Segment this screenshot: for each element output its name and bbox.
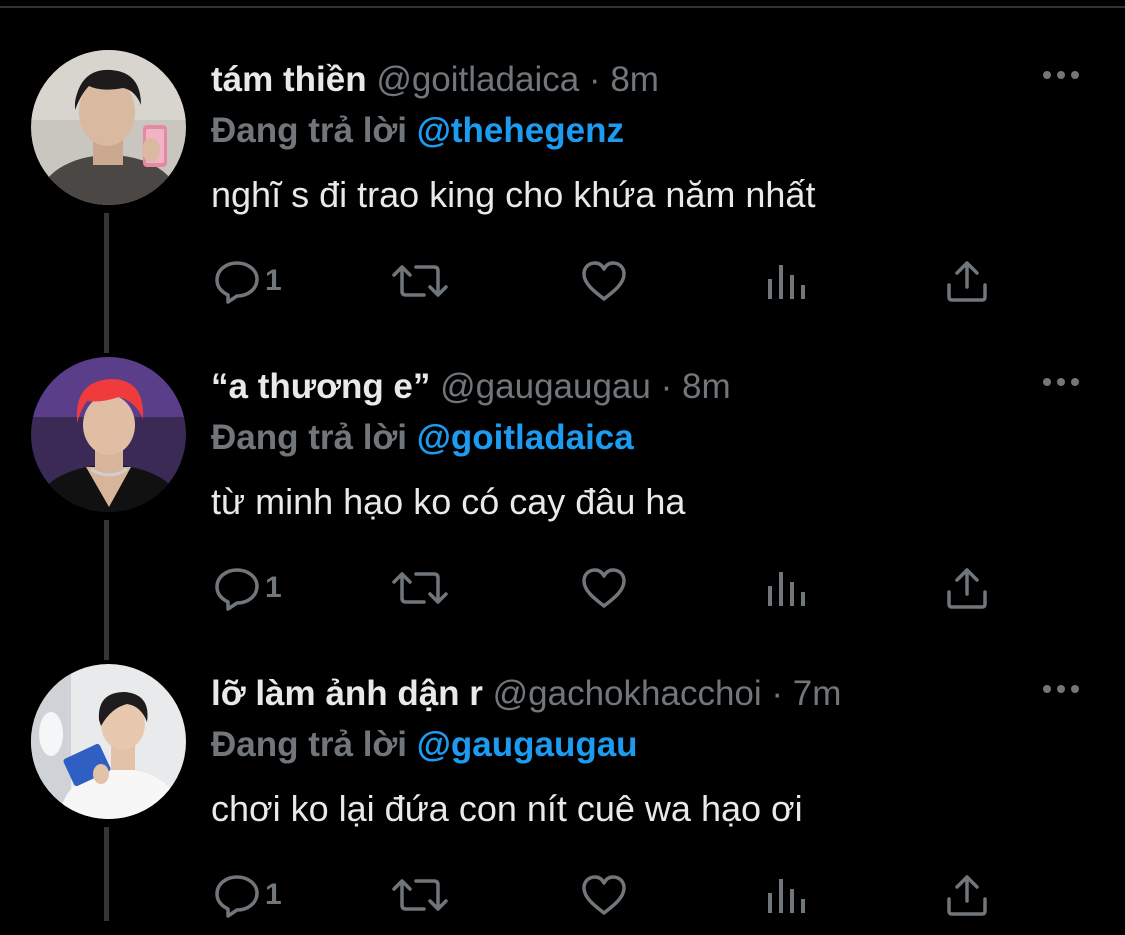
- retweet-icon: [392, 265, 448, 297]
- reply-button[interactable]: 1: [213, 562, 282, 614]
- like-button[interactable]: [580, 869, 628, 921]
- tweet-actions: 1: [0, 0, 1125, 307]
- share-icon: [947, 875, 987, 916]
- tweet[interactable]: lỡ làm ảnh dận r @gachokhacchoi · 7m Đan…: [0, 614, 1125, 921]
- like-button[interactable]: [580, 255, 628, 307]
- retweet-button[interactable]: [390, 562, 450, 614]
- share-button[interactable]: [943, 562, 991, 614]
- views-icon: [768, 572, 805, 606]
- share-button[interactable]: [943, 869, 991, 921]
- views-icon: [768, 879, 805, 913]
- views-button[interactable]: [764, 869, 808, 921]
- reply-button[interactable]: 1: [213, 869, 282, 921]
- views-icon: [768, 265, 805, 299]
- reply-count: 1: [265, 571, 282, 604]
- like-button[interactable]: [580, 562, 628, 614]
- like-icon: [582, 261, 626, 301]
- like-icon: [582, 875, 626, 915]
- reply-thread: tám thiền @goitladaica · 8m Đang trả lời…: [0, 0, 1125, 935]
- retweet-icon: [392, 879, 448, 911]
- share-button[interactable]: [943, 255, 991, 307]
- retweet-icon: [392, 572, 448, 604]
- tweet[interactable]: “a thương e” @gaugaugau · 8m Đang trả lờ…: [0, 307, 1125, 614]
- reply-icon: [215, 875, 259, 918]
- views-button[interactable]: [764, 562, 808, 614]
- tweet[interactable]: tám thiền @goitladaica · 8m Đang trả lời…: [0, 0, 1125, 307]
- reply-button[interactable]: 1: [213, 255, 282, 307]
- reply-count: 1: [265, 264, 282, 297]
- views-button[interactable]: [764, 255, 808, 307]
- tweet-actions: 1: [0, 614, 1125, 921]
- retweet-button[interactable]: [390, 255, 450, 307]
- reply-icon: [215, 568, 259, 611]
- tweet-actions: 1: [0, 307, 1125, 614]
- like-icon: [582, 568, 626, 608]
- reply-count: 1: [265, 878, 282, 911]
- reply-icon: [215, 261, 259, 304]
- share-icon: [947, 261, 987, 302]
- share-icon: [947, 568, 987, 609]
- retweet-button[interactable]: [390, 869, 450, 921]
